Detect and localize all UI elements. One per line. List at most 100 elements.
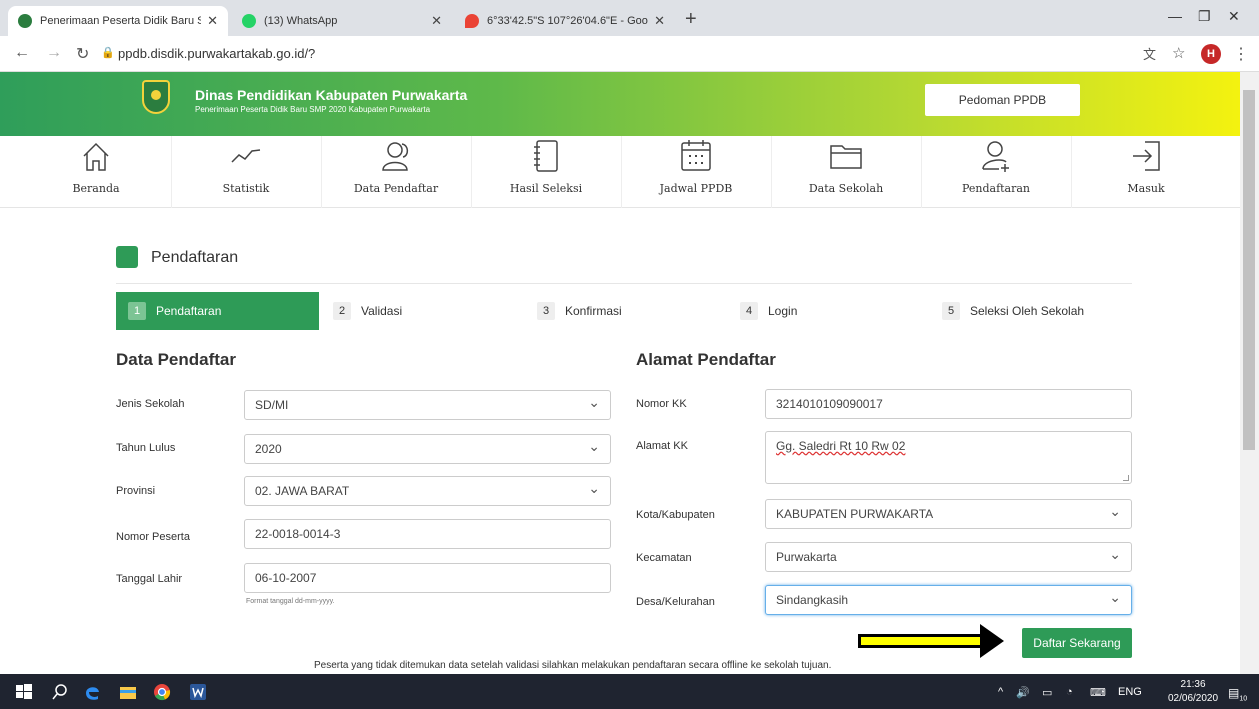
nav-hasil-seleksi[interactable]: Hasil Seleksi <box>471 136 621 208</box>
keyboard-icon[interactable]: ⌨ <box>1090 686 1106 699</box>
offline-registration-note: Peserta yang tidak ditemukan data setela… <box>314 660 832 671</box>
desa-select[interactable]: Sindangkasih <box>765 585 1132 615</box>
notification-icon[interactable]: ▤10 <box>1228 686 1247 702</box>
step-seleksi: 5 Seleksi Oleh Sekolah <box>942 292 1084 330</box>
notification-count: 10 <box>1239 695 1248 703</box>
forward-icon[interactable]: → <box>46 44 62 62</box>
daftar-sekarang-button[interactable]: Daftar Sekarang <box>1022 628 1132 658</box>
step-konfirmasi: 3 Konfirmasi <box>537 292 622 330</box>
battery-icon[interactable]: ▭ <box>1042 686 1052 699</box>
page-title: Pendaftaran <box>151 249 239 266</box>
whatsapp-icon <box>242 14 256 28</box>
nomor-kk-label: Nomor KK <box>636 398 687 410</box>
nav-label: Masuk <box>1127 182 1165 195</box>
url-input[interactable]: ppdb.disdik.purwakartakab.go.id/? <box>118 46 315 61</box>
search-icon[interactable] <box>50 682 70 702</box>
window-close-icon[interactable]: ✕ <box>1228 8 1240 25</box>
alamat-kk-textarea[interactable]: Gg. Saledri Rt 10 Rw 02 <box>765 431 1132 484</box>
alamat-kk-label: Alamat KK <box>636 440 688 452</box>
reload-icon[interactable]: ↻ <box>76 44 89 64</box>
site-favicon-icon <box>18 14 32 28</box>
annotation-arrow-head <box>980 624 1004 658</box>
windows-taskbar: ^ 🔊 ▭ ◔ ⌨ ENG 21:36 02/06/2020 ▤10 <box>0 674 1259 709</box>
edge-browser-icon[interactable] <box>82 682 102 702</box>
tab-maps[interactable]: 6°33'42.5"S 107°26'04.6"E - Goog ✕ <box>455 6 675 36</box>
calendar-icon <box>681 140 711 171</box>
nav-label: Hasil Seleksi <box>509 182 583 195</box>
nav-beranda[interactable]: Beranda <box>21 136 171 208</box>
step-pendaftaran: 1 Pendaftaran <box>116 292 319 330</box>
translate-icon[interactable]: 文 <box>1143 44 1156 63</box>
clock[interactable]: 21:36 02/06/2020 <box>1168 678 1218 706</box>
nomor-peserta-value: 22-0018-0014-3 <box>255 527 341 541</box>
nav-jadwal-ppdb[interactable]: Jadwal PPDB <box>621 136 771 208</box>
nomor-peserta-input[interactable]: 22-0018-0014-3 <box>244 519 611 549</box>
tab-ppdb[interactable]: Penerimaan Peserta Didik Baru S ✕ <box>8 6 228 36</box>
step-validasi: 2 Validasi <box>333 292 402 330</box>
nav-label: Beranda <box>72 182 120 195</box>
file-explorer-icon[interactable] <box>118 682 138 702</box>
resize-handle-icon[interactable] <box>1123 475 1129 481</box>
nav-label: Data Pendaftar <box>353 182 439 195</box>
step-number: 4 <box>740 302 758 320</box>
site-title: Dinas Pendidikan Kabupaten Purwakarta <box>195 87 468 103</box>
close-icon[interactable]: ✕ <box>431 13 442 29</box>
nomor-kk-input[interactable]: 3214010109090017 <box>765 389 1132 419</box>
nav-label: Jadwal PPDB <box>659 182 733 195</box>
nav-pendaftaran[interactable]: Pendaftaran <box>921 136 1071 208</box>
nomor-kk-value: 3214010109090017 <box>776 397 883 411</box>
profile-avatar[interactable]: H <box>1201 44 1221 64</box>
step-label: Pendaftaran <box>156 304 222 318</box>
desa-value: Sindangkasih <box>776 593 849 607</box>
volume-icon[interactable]: 🔊 <box>1016 686 1030 699</box>
folder-icon <box>830 145 862 169</box>
provinsi-label: Provinsi <box>116 485 156 497</box>
windows-start-icon[interactable] <box>14 682 34 702</box>
nav-data-pendaftar[interactable]: Data Pendaftar <box>321 136 471 208</box>
nav-statistik[interactable]: Statistik <box>171 136 321 208</box>
word-icon[interactable] <box>188 682 208 702</box>
nav-label: Statistik <box>222 182 270 195</box>
scrollbar-thumb[interactable] <box>1243 90 1255 450</box>
purwakarta-logo <box>142 80 170 114</box>
clock-time: 21:36 <box>1180 679 1206 690</box>
provinsi-select[interactable]: 02. JAWA BARAT <box>244 476 611 506</box>
kota-select[interactable]: KABUPATEN PURWAKARTA <box>765 499 1132 529</box>
restore-icon[interactable]: ❐ <box>1198 8 1211 25</box>
step-number: 3 <box>537 302 555 320</box>
site-subtitle: Penerimaan Peserta Didik Baru SMP 2020 K… <box>195 105 431 114</box>
new-tab-button[interactable]: + <box>685 8 697 31</box>
main-nav: Beranda Statistik Data Pendaftar Hasil S… <box>0 136 1240 208</box>
step-label: Login <box>768 304 798 318</box>
kecamatan-select[interactable]: Purwakarta <box>765 542 1132 572</box>
menu-dots-icon[interactable]: ⋮ <box>1233 44 1249 64</box>
minimize-icon[interactable]: — <box>1168 8 1182 24</box>
wifi-icon[interactable]: ◔ <box>1066 686 1073 698</box>
nav-data-sekolah[interactable]: Data Sekolah <box>771 136 921 208</box>
back-icon[interactable]: ← <box>14 44 30 62</box>
map-pin-icon <box>465 14 479 28</box>
jenis-sekolah-label: Jenis Sekolah <box>116 398 185 410</box>
login-icon <box>1133 141 1160 171</box>
tahun-lulus-select[interactable]: 2020 <box>244 434 611 464</box>
tanggal-lahir-input[interactable]: 06-10-2007 <box>244 563 611 593</box>
data-pendaftar-title: Data Pendaftar <box>116 350 236 369</box>
jenis-sekolah-select[interactable]: SD/MI <box>244 390 611 420</box>
steps-divider <box>116 283 1132 284</box>
tray-chevron-icon[interactable]: ^ <box>998 686 1003 698</box>
provinsi-value: 02. JAWA BARAT <box>255 484 350 498</box>
user-add-icon <box>982 141 1009 172</box>
tab-whatsapp[interactable]: (13) WhatsApp ✕ <box>232 6 452 36</box>
nav-masuk[interactable]: Masuk <box>1071 136 1221 208</box>
close-icon[interactable]: ✕ <box>207 13 218 29</box>
pedoman-ppdb-button[interactable]: Pedoman PPDB <box>925 84 1080 116</box>
tab-label: Penerimaan Peserta Didik Baru S <box>40 15 202 27</box>
bookmark-star-icon[interactable]: ☆ <box>1172 44 1185 62</box>
jenis-sekolah-value: SD/MI <box>255 398 289 412</box>
language-indicator[interactable]: ENG <box>1118 686 1142 698</box>
tab-label: (13) WhatsApp <box>264 15 338 27</box>
close-icon[interactable]: ✕ <box>654 13 665 29</box>
nav-label: Data Sekolah <box>808 182 884 195</box>
user-add-icon <box>116 246 138 268</box>
chrome-icon[interactable] <box>152 682 172 702</box>
